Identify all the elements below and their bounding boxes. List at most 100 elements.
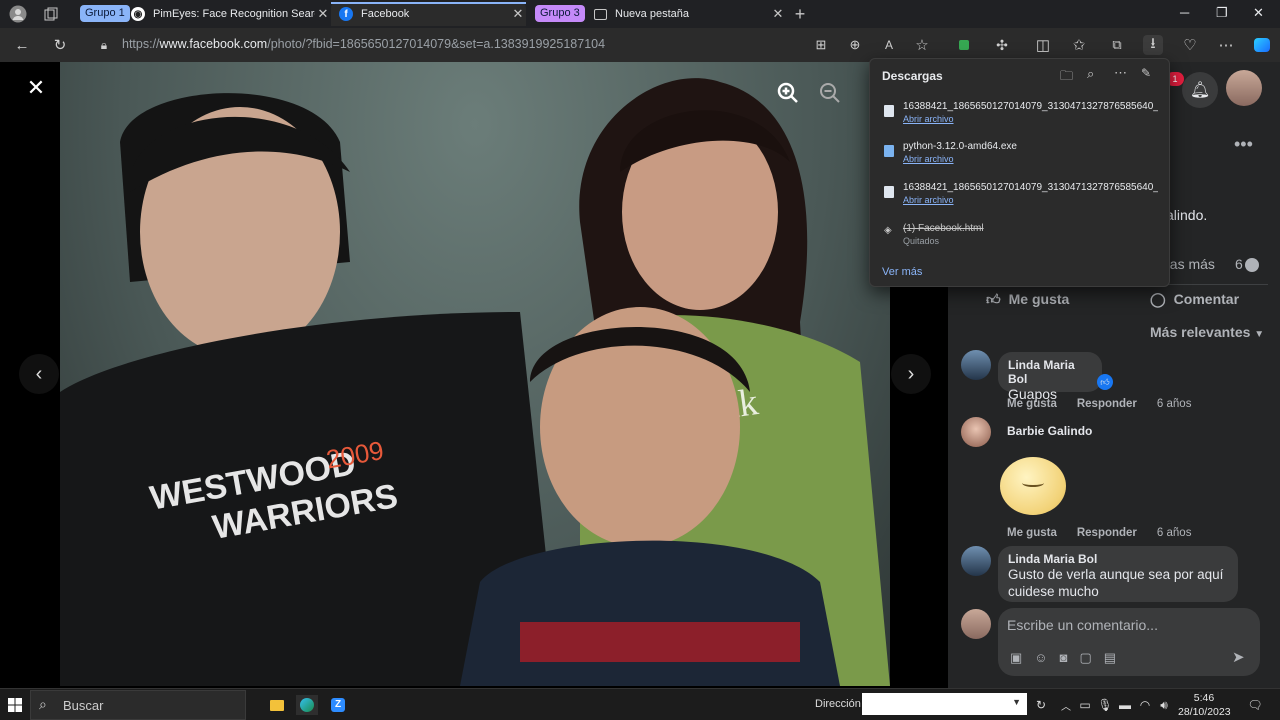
- comment-count[interactable]: 6: [1235, 256, 1243, 272]
- close-tab-icon[interactable]: ✕: [315, 6, 331, 22]
- comment-like-link[interactable]: Me gusta: [1007, 398, 1057, 410]
- comment-composer[interactable]: Escribe un comentario... ▣☺◙▢▤ ➤: [998, 608, 1260, 676]
- file-explorer-icon[interactable]: [266, 695, 288, 715]
- copilot-icon[interactable]: [1252, 35, 1272, 55]
- avatar[interactable]: [961, 546, 991, 576]
- composer-avatar: [961, 609, 991, 639]
- close-window-icon[interactable]: ✕: [1253, 5, 1264, 21]
- sort-dropdown[interactable]: Más relevantes ▼: [1150, 324, 1264, 340]
- avatar[interactable]: [961, 417, 991, 447]
- extensions-puzzle-icon[interactable]: ✣: [992, 35, 1012, 55]
- close-tab-icon[interactable]: ✕: [770, 6, 786, 22]
- tab-group-1[interactable]: Grupo 1: [80, 5, 130, 22]
- volume-icon[interactable]: 🔊︎: [1153, 695, 1175, 715]
- comment-icon: ◯: [1150, 291, 1166, 307]
- microphone-icon[interactable]: 🎙︎: [1094, 695, 1116, 715]
- tab-new[interactable]: Nueva pestaña ✕: [594, 2, 786, 26]
- workspaces-icon[interactable]: [41, 4, 61, 24]
- emoji-icon[interactable]: ☺: [1034, 650, 1059, 665]
- refresh-icon[interactable]: ↻: [50, 35, 70, 55]
- favorite-star-icon[interactable]: ☆: [912, 35, 932, 55]
- download-item[interactable]: ◈ (1) Facebook.html Quitados: [882, 223, 1162, 257]
- notifications-bell-icon[interactable]: 🔔︎: [1182, 72, 1218, 108]
- minimize-icon[interactable]: ─: [1180, 5, 1189, 20]
- comment-input[interactable]: Escribe un comentario...: [1007, 617, 1158, 633]
- downloads-icon[interactable]: ⭳: [1143, 35, 1163, 55]
- maximize-icon[interactable]: ❐: [1216, 5, 1228, 21]
- download-item[interactable]: 16388421_1865650127014079_31304713278765…: [882, 101, 1162, 135]
- avatar[interactable]: [961, 350, 991, 380]
- see-more-link[interactable]: Ver más: [882, 266, 922, 278]
- close-viewer-icon[interactable]: ✕: [16, 68, 56, 108]
- favorites-icon[interactable]: ✩: [1069, 35, 1089, 55]
- comment-reply-link[interactable]: Responder: [1077, 398, 1137, 410]
- app-available-icon[interactable]: ⊞: [811, 35, 831, 55]
- next-photo-arrow-icon[interactable]: ›: [891, 354, 931, 394]
- download-item[interactable]: 16388421_1865650127014079_31304713278765…: [882, 182, 1162, 216]
- go-refresh-icon[interactable]: ↻: [1030, 695, 1052, 715]
- like-button[interactable]: 👍︎ Me gusta: [986, 291, 1069, 308]
- sticker-icon[interactable]: ▤: [1104, 650, 1128, 665]
- settings-more-icon[interactable]: ⋯: [1216, 35, 1236, 55]
- composer-tools: ▣☺◙▢▤: [1010, 650, 1128, 666]
- comment-age[interactable]: 6 años: [1157, 398, 1192, 410]
- avatar-sticker-icon[interactable]: ▣: [1010, 650, 1034, 665]
- chevron-down-icon[interactable]: ▼: [1012, 697, 1021, 707]
- close-tab-icon[interactable]: ✕: [510, 6, 526, 22]
- lock-icon[interactable]: 🔒︎: [94, 35, 114, 55]
- account-avatar[interactable]: [1226, 70, 1262, 106]
- zoom-icon[interactable]: ⊕: [845, 35, 865, 55]
- tab-group-3[interactable]: Grupo 3: [535, 5, 585, 22]
- notifications-icon[interactable]: 🗨︎: [1244, 695, 1266, 715]
- comment-like-link[interactable]: Me gusta: [1007, 527, 1057, 539]
- comment-author[interactable]: Linda Maria Bol: [1008, 358, 1092, 386]
- comment-button[interactable]: ◯ Comentar: [1150, 291, 1239, 308]
- split-screen-icon[interactable]: ◫: [1033, 35, 1053, 55]
- open-file-link[interactable]: Abrir archivo: [903, 114, 954, 124]
- gif-icon[interactable]: ▢: [1079, 650, 1103, 665]
- zoom-app-icon[interactable]: Z: [327, 695, 349, 715]
- download-item[interactable]: python-3.12.0-amd64.exe Abrir archivo: [882, 141, 1162, 175]
- send-icon[interactable]: ➤: [1232, 648, 1245, 666]
- previous-photo-arrow-icon[interactable]: ‹: [19, 354, 59, 394]
- address-input[interactable]: https://www.facebook.com/photo/?fbid=186…: [122, 37, 605, 51]
- zoom-out-icon[interactable]: [810, 73, 850, 113]
- zoom-in-icon[interactable]: [768, 73, 808, 113]
- comment-actions: Me gusta Responder 6 años: [1007, 398, 1211, 410]
- tab-pimeyes[interactable]: ◉ PimEyes: Face Recognition Search ✕: [131, 2, 331, 26]
- taskbar-search[interactable]: ⌕ Buscar: [30, 690, 246, 720]
- comment-reply-link[interactable]: Responder: [1077, 527, 1137, 539]
- comment-author[interactable]: Barbie Galindo: [1007, 424, 1092, 438]
- open-file-link[interactable]: Abrir archivo: [903, 195, 954, 205]
- tab-title: Facebook: [361, 8, 410, 20]
- more-options-icon[interactable]: ⋯: [1114, 65, 1127, 81]
- downloads-title: Descargas: [882, 69, 943, 83]
- address-toolbar-label: Dirección: [815, 698, 861, 710]
- pin-icon[interactable]: ✎: [1141, 66, 1151, 80]
- extension-green-icon[interactable]: [954, 35, 974, 55]
- search-icon[interactable]: ⌕: [1087, 66, 1094, 82]
- camera-tray-icon[interactable]: ▭: [1074, 695, 1096, 715]
- read-aloud-icon[interactable]: A: [879, 35, 899, 55]
- open-folder-icon[interactable]: 🗀︎: [1060, 67, 1073, 89]
- back-icon[interactable]: ←: [12, 35, 32, 55]
- address-toolbar-input[interactable]: ▼: [862, 693, 1027, 715]
- profile-icon[interactable]: [8, 4, 28, 24]
- post-options-icon[interactable]: •••: [1234, 134, 1253, 155]
- collections-icon[interactable]: ⧉: [1107, 35, 1127, 55]
- new-tab-icon[interactable]: +: [790, 4, 810, 24]
- comment-author[interactable]: Linda Maria Bol: [1008, 552, 1228, 566]
- battery-icon[interactable]: ▬: [1114, 695, 1136, 715]
- tab-facebook[interactable]: f Facebook ✕: [331, 2, 526, 26]
- navigation-bar: ← ↻ 🔒︎ https://www.facebook.com/photo/?f…: [0, 28, 1280, 62]
- clock[interactable]: 5:46 28/10/2023: [1178, 691, 1231, 719]
- edge-icon[interactable]: [296, 695, 318, 715]
- comment-age[interactable]: 6 años: [1157, 527, 1192, 539]
- facebook-favicon-icon: f: [339, 7, 353, 21]
- health-icon[interactable]: ♡: [1180, 35, 1200, 55]
- windows-start-icon[interactable]: [4, 695, 26, 715]
- camera-icon[interactable]: ◙: [1060, 650, 1080, 665]
- photo: Osiak WESTWOOD WARRIORS 2009: [60, 62, 890, 686]
- like-reaction-icon[interactable]: 👍︎: [1097, 374, 1113, 390]
- open-file-link[interactable]: Abrir archivo: [903, 154, 954, 164]
